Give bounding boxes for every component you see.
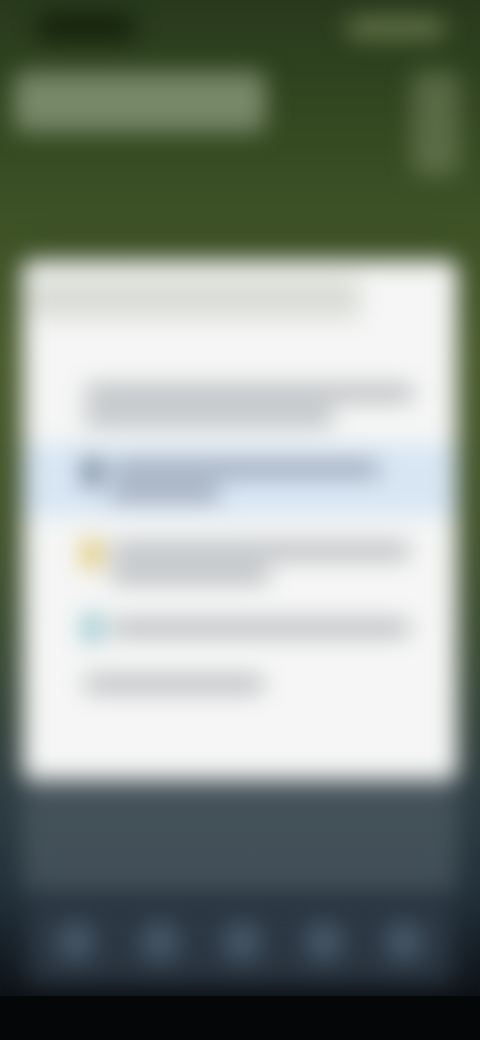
option-icon	[84, 458, 100, 486]
option-text-line	[110, 621, 410, 635]
status-time	[36, 14, 136, 40]
option-text-line	[110, 486, 220, 500]
option-icon	[84, 540, 100, 568]
status-bar	[0, 0, 480, 52]
option-text-line	[84, 386, 414, 400]
blurred-screen	[0, 0, 480, 1040]
toolbar-icon[interactable]	[222, 922, 262, 962]
dialog-title	[30, 278, 360, 318]
toolbar-icon[interactable]	[304, 922, 344, 962]
dialog-option[interactable]	[22, 528, 458, 596]
toolbar-icon[interactable]	[384, 922, 424, 962]
dialog-option[interactable]	[22, 664, 458, 704]
footer-strip	[22, 780, 458, 892]
dialog-option[interactable]	[22, 372, 458, 440]
header-side-panel	[412, 72, 460, 176]
navigation-bar	[0, 996, 480, 1040]
option-text-line	[110, 544, 410, 558]
dialog-option[interactable]	[22, 608, 458, 648]
option-text-line	[84, 410, 334, 424]
app-header	[14, 72, 266, 132]
status-icons	[346, 18, 446, 38]
option-icon	[84, 614, 100, 642]
dialog-option-selected[interactable]	[22, 444, 458, 516]
option-text-line	[110, 462, 380, 476]
toolbar-icon[interactable]	[56, 922, 96, 962]
toolbar-icon[interactable]	[140, 922, 180, 962]
option-text-line	[110, 568, 270, 582]
option-text-line	[84, 677, 264, 691]
